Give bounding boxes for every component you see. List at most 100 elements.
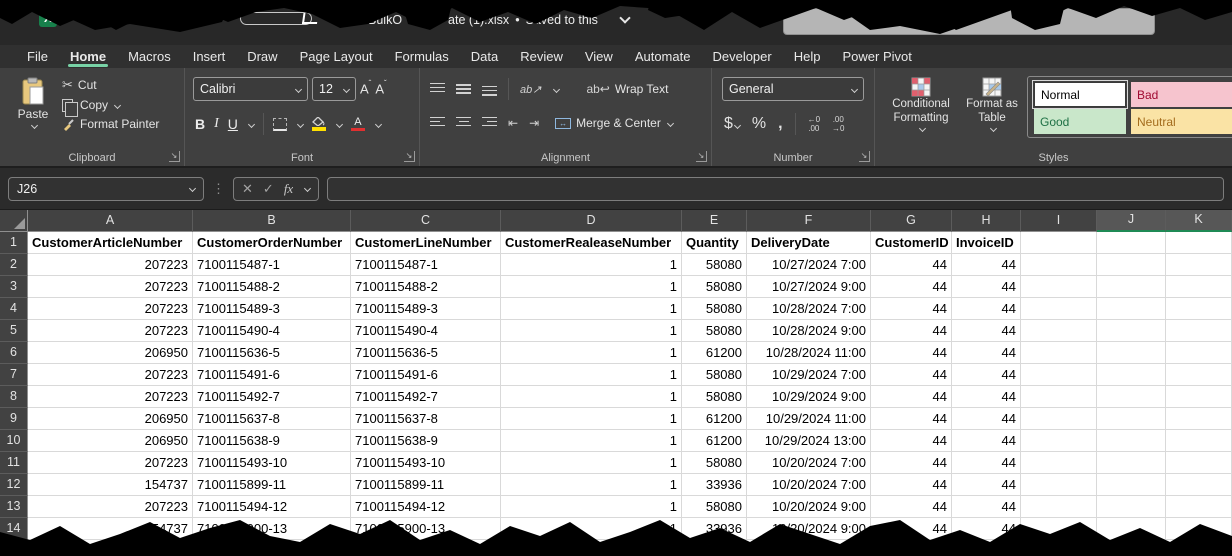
cell-A6[interactable]: 206950	[28, 342, 193, 364]
cell-G6[interactable]: 44	[871, 342, 952, 364]
cell-A10[interactable]: 206950	[28, 430, 193, 452]
cell-G9[interactable]: 44	[871, 408, 952, 430]
cell-C6[interactable]: 7100115636-5	[351, 342, 501, 364]
cell-H14[interactable]: 44	[952, 518, 1021, 540]
cell-I14[interactable]	[1021, 518, 1097, 540]
cell-H11[interactable]: 44	[952, 452, 1021, 474]
tab-view[interactable]: View	[574, 45, 624, 68]
row-header-4[interactable]: 4	[0, 298, 28, 320]
cell-C5[interactable]: 7100115490-4	[351, 320, 501, 342]
cell-A4[interactable]: 207223	[28, 298, 193, 320]
cell-E1[interactable]: Quantity	[682, 232, 747, 254]
cell-D10[interactable]: 1	[501, 430, 682, 452]
cell-I7[interactable]	[1021, 364, 1097, 386]
align-right-button[interactable]	[482, 117, 497, 130]
cell-J8[interactable]	[1097, 386, 1166, 408]
cell-F8[interactable]: 10/29/2024 9:00	[747, 386, 871, 408]
cell-H10[interactable]: 44	[952, 430, 1021, 452]
cell-F13[interactable]: 10/20/2024 9:00	[747, 496, 871, 518]
decrease-indent-button[interactable]: ⇤	[508, 116, 518, 130]
row-header-10[interactable]: 10	[0, 430, 28, 452]
cell-C14[interactable]: 7100115900-13	[351, 518, 501, 540]
cell-I10[interactable]	[1021, 430, 1097, 452]
cell-H7[interactable]: 44	[952, 364, 1021, 386]
orientation-button[interactable]: ab↗	[520, 83, 541, 96]
row-header-12[interactable]: 12	[0, 474, 28, 496]
tab-automate[interactable]: Automate	[624, 45, 702, 68]
conditional-formatting-button[interactable]: Conditional Formatting	[885, 77, 957, 131]
cell-D6[interactable]: 1	[501, 342, 682, 364]
cell-I8[interactable]	[1021, 386, 1097, 408]
cell-style-bad[interactable]: Bad	[1131, 82, 1232, 107]
cell-I5[interactable]	[1021, 320, 1097, 342]
cell-D12[interactable]: 1	[501, 474, 682, 496]
cell-B12[interactable]: 7100115899-11	[193, 474, 351, 496]
cell-H2[interactable]: 44	[952, 254, 1021, 276]
cell-J10[interactable]	[1097, 430, 1166, 452]
row-header-2[interactable]: 2	[0, 254, 28, 276]
cell-G10[interactable]: 44	[871, 430, 952, 452]
cell-J1[interactable]	[1097, 232, 1166, 254]
row-header-11[interactable]: 11	[0, 452, 28, 474]
cell-H3[interactable]: 44	[952, 276, 1021, 298]
percent-button[interactable]: %	[752, 115, 766, 133]
column-header-F[interactable]: F	[747, 210, 871, 232]
number-dialog-launcher[interactable]: ↘	[859, 151, 870, 162]
cell-H13[interactable]: 44	[952, 496, 1021, 518]
cell-D5[interactable]: 1	[501, 320, 682, 342]
cell-C2[interactable]: 7100115487-1	[351, 254, 501, 276]
cancel-icon[interactable]: ✕	[242, 181, 253, 197]
title-chevron-down-icon[interactable]	[619, 12, 630, 23]
cell-I13[interactable]	[1021, 496, 1097, 518]
cell-A14[interactable]: 154737	[28, 518, 193, 540]
tab-draw[interactable]: Draw	[236, 45, 288, 68]
column-header-K[interactable]: K	[1166, 210, 1232, 232]
cell-F5[interactable]: 10/28/2024 9:00	[747, 320, 871, 342]
cell-I4[interactable]	[1021, 298, 1097, 320]
cell-D11[interactable]: 1	[501, 452, 682, 474]
paste-button[interactable]: Paste	[10, 77, 56, 153]
cell-D4[interactable]: 1	[501, 298, 682, 320]
merge-center-button[interactable]: ↔ Merge & Center	[555, 116, 673, 130]
cell-K1[interactable]	[1166, 232, 1232, 254]
cell-D8[interactable]: 1	[501, 386, 682, 408]
align-left-button[interactable]	[430, 117, 445, 130]
search-box[interactable]	[783, 8, 1155, 35]
tab-page-layout[interactable]: Page Layout	[289, 45, 384, 68]
tab-data[interactable]: Data	[460, 45, 509, 68]
cut-button[interactable]: ✂ Cut	[62, 77, 159, 93]
cell-J4[interactable]	[1097, 298, 1166, 320]
row-header-8[interactable]: 8	[0, 386, 28, 408]
cell-K11[interactable]	[1166, 452, 1232, 474]
wrap-text-button[interactable]: ab↩ Wrap Text	[586, 82, 668, 96]
cell-E4[interactable]: 58080	[682, 298, 747, 320]
cell-D2[interactable]: 1	[501, 254, 682, 276]
cell-K14[interactable]	[1166, 518, 1232, 540]
cell-I2[interactable]	[1021, 254, 1097, 276]
column-header-A[interactable]: A	[28, 210, 193, 232]
cell-style-normal[interactable]: Normal	[1034, 82, 1126, 107]
cell-J3[interactable]	[1097, 276, 1166, 298]
cell-F14[interactable]: 10/20/2024 9:00	[747, 518, 871, 540]
increase-indent-button[interactable]: ⇥	[529, 116, 539, 130]
cell-H5[interactable]: 44	[952, 320, 1021, 342]
number-format-select[interactable]: General	[722, 77, 864, 101]
cell-G13[interactable]: 44	[871, 496, 952, 518]
row-header-6[interactable]: 6	[0, 342, 28, 364]
cell-E13[interactable]: 58080	[682, 496, 747, 518]
cell-C4[interactable]: 7100115489-3	[351, 298, 501, 320]
cell-F1[interactable]: DeliveryDate	[747, 232, 871, 254]
cell-I11[interactable]	[1021, 452, 1097, 474]
format-as-table-button[interactable]: Format as Table	[961, 77, 1023, 131]
cell-D1[interactable]: CustomerRealeaseNumber	[501, 232, 682, 254]
cell-J11[interactable]	[1097, 452, 1166, 474]
cell-C9[interactable]: 7100115637-8	[351, 408, 501, 430]
font-name-select[interactable]: Calibri	[193, 77, 308, 101]
cell-B5[interactable]: 7100115490-4	[193, 320, 351, 342]
tab-developer[interactable]: Developer	[701, 45, 782, 68]
row-header-1[interactable]: 1	[0, 232, 28, 254]
tab-formulas[interactable]: Formulas	[384, 45, 460, 68]
cell-B10[interactable]: 7100115638-9	[193, 430, 351, 452]
cell-B6[interactable]: 7100115636-5	[193, 342, 351, 364]
cell-C1[interactable]: CustomerLineNumber	[351, 232, 501, 254]
